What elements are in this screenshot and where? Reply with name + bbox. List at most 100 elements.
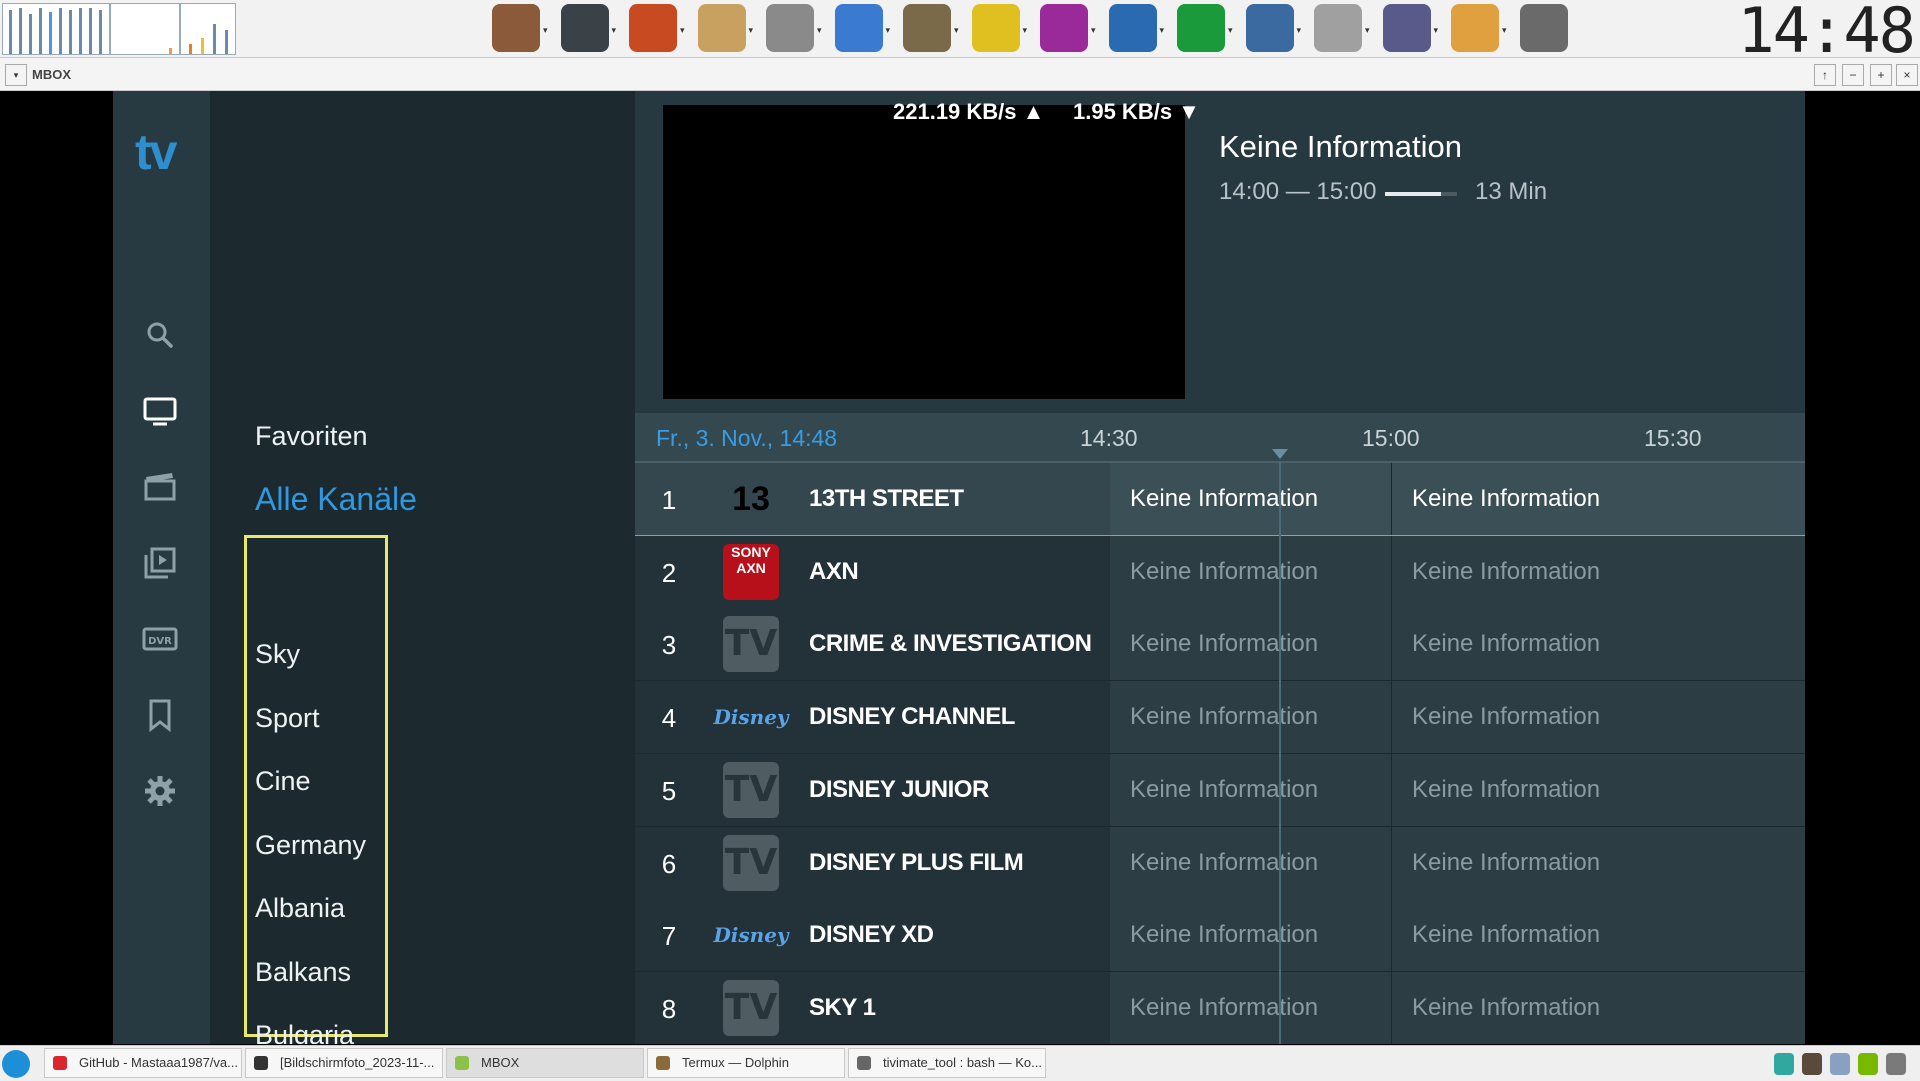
pycharm-icon[interactable] bbox=[1177, 4, 1225, 52]
epg-cell[interactable]: Keine Information bbox=[1110, 681, 1393, 754]
channel-row[interactable]: 8 TV SKY 1 Keine Information Keine Informati… bbox=[635, 971, 1805, 1044]
launcher-menu-arrow-icon[interactable]: ▾ bbox=[749, 25, 754, 36]
maximize-button[interactable]: + bbox=[1870, 64, 1892, 86]
category-group[interactable]: Cine bbox=[255, 766, 311, 797]
channel-number: 3 bbox=[661, 630, 677, 661]
launcher-menu-arrow-icon[interactable]: ▾ bbox=[1023, 25, 1028, 36]
panel-clock[interactable]: 14:48 bbox=[1737, 0, 1916, 67]
category-all-channels[interactable]: Alle Kanäle bbox=[255, 481, 417, 518]
launcher-menu-arrow-icon[interactable]: ▾ bbox=[1160, 25, 1165, 36]
launcher-menu-arrow-icon[interactable]: ▾ bbox=[1365, 25, 1370, 36]
channel-row[interactable]: 7 Disney DISNEY XD Keine Information Keine I… bbox=[635, 899, 1805, 973]
epg-cell[interactable]: Keine Information bbox=[1392, 535, 1805, 608]
channel-row[interactable]: 2 SONY AXN AXN Keine Information Keine Infor… bbox=[635, 535, 1805, 609]
memory-monitor-graph[interactable] bbox=[110, 3, 180, 55]
launcher-menu-arrow-icon[interactable]: ▾ bbox=[817, 25, 822, 36]
channel-row[interactable]: 1 13 13TH STREET Keine Information Keine Inf… bbox=[635, 463, 1805, 537]
epg-program-title: Keine Information bbox=[1412, 703, 1601, 731]
film-reel-icon[interactable] bbox=[1519, 4, 1568, 52]
launcher-menu-arrow-icon[interactable]: ▾ bbox=[1434, 25, 1439, 36]
taskbar-task-label: GitHub - Mastaaa1987/va... bbox=[79, 1055, 238, 1070]
epg-cell[interactable]: Keine Information bbox=[1110, 899, 1393, 972]
signal-icon[interactable] bbox=[1830, 1053, 1850, 1075]
window-menu-button[interactable]: ▾ bbox=[5, 64, 27, 86]
category-group[interactable]: Bulgaria bbox=[255, 1020, 354, 1044]
trash-icon[interactable] bbox=[1802, 1053, 1822, 1075]
channel-row[interactable]: 5 TV DISNEY JUNIOR Keine Information Keine I… bbox=[635, 753, 1805, 827]
epg-cell[interactable]: Keine Information bbox=[1110, 608, 1393, 681]
terminal-icon[interactable] bbox=[560, 4, 609, 52]
epg-cell[interactable]: Keine Information bbox=[1110, 535, 1393, 608]
launcher-menu-arrow-icon[interactable]: ▾ bbox=[543, 25, 548, 36]
gimp-icon[interactable] bbox=[903, 4, 951, 52]
file-manager-icon[interactable] bbox=[492, 4, 540, 52]
taskbar-task[interactable]: GitHub - Mastaaa1987/va... bbox=[44, 1048, 242, 1078]
vscode-icon[interactable] bbox=[1108, 4, 1157, 52]
keep-above-button[interactable]: ↑ bbox=[1814, 64, 1836, 86]
channel-row[interactable]: 6 TV DISNEY PLUS FILM Keine Information Kein… bbox=[635, 826, 1805, 900]
donut-app-icon[interactable] bbox=[629, 4, 677, 52]
nvidia-icon[interactable] bbox=[1858, 1053, 1878, 1075]
minimize-button[interactable]: − bbox=[1842, 64, 1864, 86]
cpu-monitor-graph[interactable] bbox=[2, 3, 110, 55]
now-marker-icon bbox=[1272, 449, 1288, 459]
text-editor-icon[interactable] bbox=[766, 4, 814, 52]
epg-cell[interactable]: Keine Information bbox=[1392, 608, 1805, 681]
category-group[interactable]: Sport bbox=[255, 703, 320, 734]
launcher-menu-arrow-icon[interactable]: ▾ bbox=[680, 25, 685, 36]
globe-icon[interactable] bbox=[1245, 4, 1294, 52]
launcher-menu-arrow-icon[interactable]: ▾ bbox=[1091, 25, 1096, 36]
category-group[interactable]: Balkans bbox=[255, 957, 351, 988]
epg-cell[interactable]: Keine Information bbox=[1392, 753, 1805, 826]
category-group[interactable]: Albania bbox=[255, 893, 345, 924]
movies-icon[interactable] bbox=[142, 469, 178, 505]
category-favorites[interactable]: Favoriten bbox=[255, 421, 368, 452]
epg-cell[interactable]: Keine Information bbox=[1392, 681, 1805, 754]
taskbar-task[interactable]: [Bildschirmfoto_2023-11-... bbox=[245, 1048, 443, 1078]
epg-cell[interactable]: Keine Information bbox=[1110, 463, 1393, 535]
channel-row[interactable]: 3 TV CRIME & INVESTIGATION Keine Informatio… bbox=[635, 608, 1805, 682]
launcher-menu-arrow-icon[interactable]: ▾ bbox=[1228, 25, 1233, 36]
epg-cell[interactable]: Keine Information bbox=[1110, 753, 1393, 826]
launcher-menu-arrow-icon[interactable]: ▾ bbox=[1502, 25, 1507, 36]
epg-cell[interactable]: Keine Information bbox=[1392, 971, 1805, 1044]
video-preview[interactable] bbox=[663, 105, 1185, 399]
tux-icon[interactable] bbox=[834, 4, 883, 52]
download-speed: 221.19 KB/s ▲ bbox=[893, 99, 1045, 124]
close-button[interactable]: × bbox=[1896, 64, 1918, 86]
category-group[interactable]: Germany bbox=[255, 830, 366, 861]
channel-row[interactable]: 4 Disney DISNEY CHANNEL Keine Information Ke… bbox=[635, 681, 1805, 755]
epg-cell[interactable]: Keine Information bbox=[1392, 899, 1805, 972]
taskbar-task[interactable]: Termux — Dolphin bbox=[647, 1048, 845, 1078]
epg-cell[interactable]: Keine Information bbox=[1392, 826, 1805, 899]
network-monitor-graph[interactable] bbox=[180, 3, 236, 55]
taskbar-task[interactable]: MBOX bbox=[446, 1048, 644, 1078]
playlist-icon[interactable] bbox=[142, 545, 178, 581]
giraffe-app-icon[interactable] bbox=[1451, 4, 1499, 52]
launcher-menu-arrow-icon[interactable]: ▾ bbox=[1297, 25, 1302, 36]
tv-icon[interactable] bbox=[142, 393, 178, 429]
battery-icon[interactable] bbox=[1774, 1053, 1794, 1075]
category-group[interactable]: Sky bbox=[255, 639, 300, 670]
bookmark-icon[interactable] bbox=[142, 697, 178, 733]
launcher-menu-arrow-icon[interactable]: ▾ bbox=[954, 25, 959, 36]
settings-icon[interactable] bbox=[142, 773, 178, 809]
code-editor-icon[interactable] bbox=[1382, 4, 1431, 52]
dvr-icon[interactable]: DVR bbox=[142, 621, 178, 657]
window-titlebar[interactable]: ▾ MBOX ↑ − + × bbox=[0, 58, 1920, 91]
paint-tool-icon[interactable] bbox=[1314, 4, 1362, 52]
epg-cell[interactable]: Keine Information bbox=[1392, 463, 1805, 535]
epg-cell[interactable]: Keine Information bbox=[1110, 971, 1393, 1044]
launcher-menu-arrow-icon[interactable]: ▾ bbox=[886, 25, 891, 36]
media-icon[interactable] bbox=[971, 4, 1020, 52]
epg-cell[interactable]: Keine Information bbox=[1110, 826, 1393, 899]
epg-program-title: Keine Information bbox=[1130, 921, 1319, 949]
archive-icon[interactable] bbox=[697, 4, 746, 52]
taskbar-task[interactable]: tivimate_tool : bash — Ko... bbox=[848, 1048, 1046, 1078]
start-menu-icon[interactable] bbox=[2, 1050, 30, 1078]
infinity-app-icon[interactable] bbox=[1040, 4, 1088, 52]
launcher-menu-arrow-icon[interactable]: ▾ bbox=[612, 25, 617, 36]
tools-icon[interactable] bbox=[1886, 1053, 1906, 1075]
search-icon[interactable] bbox=[142, 317, 178, 353]
epg-program-title: Keine Information bbox=[1130, 703, 1319, 731]
